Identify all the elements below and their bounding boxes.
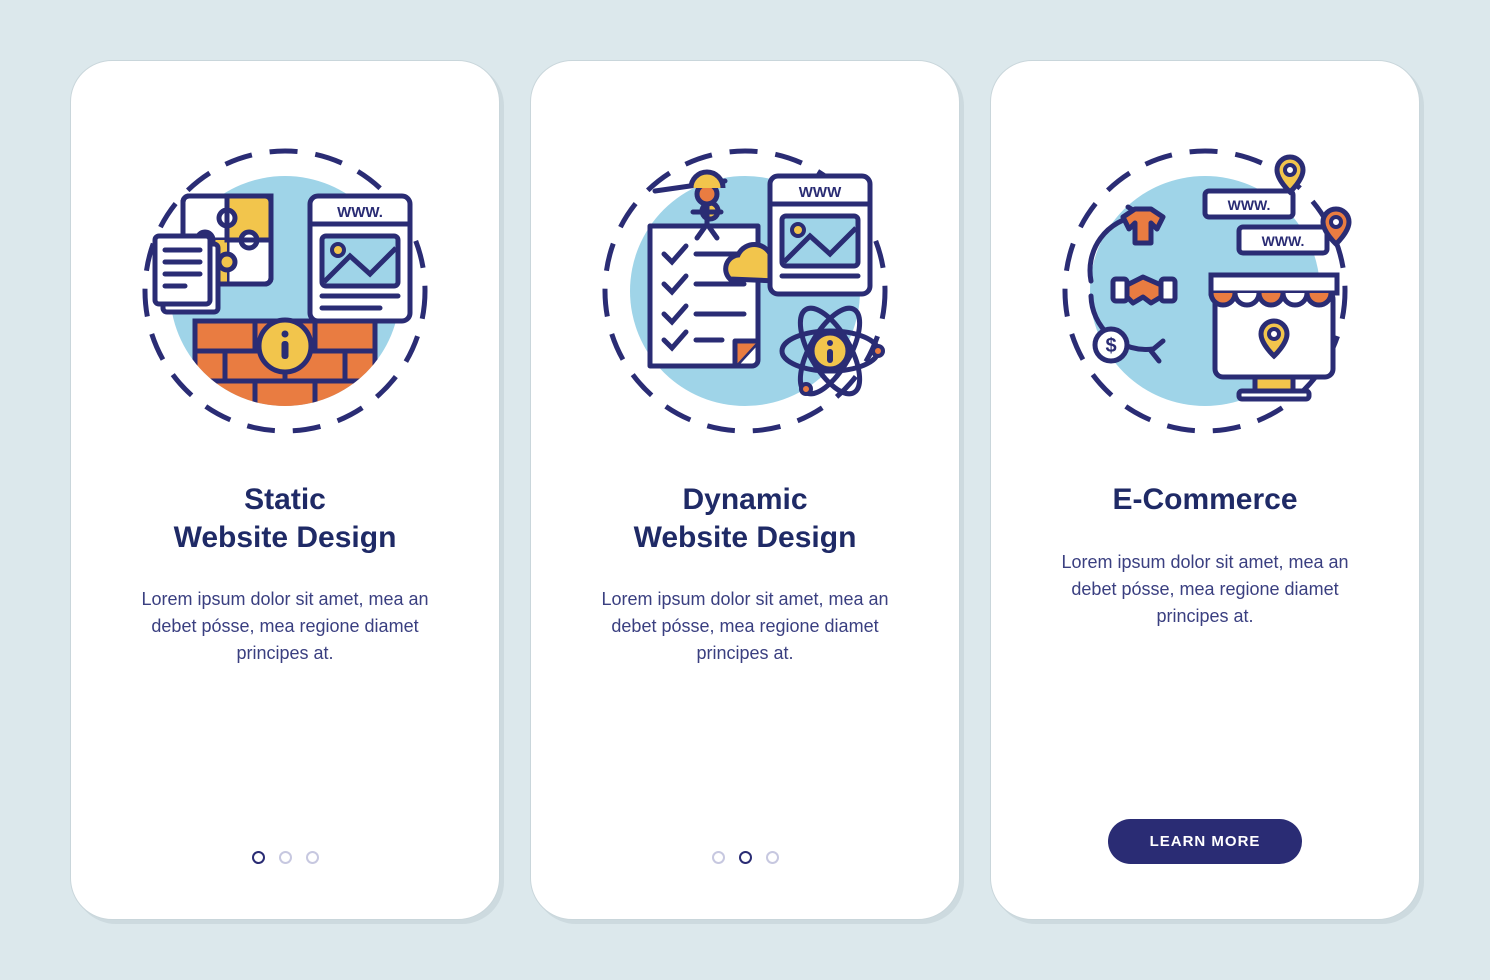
www-label: WWW. bbox=[1262, 233, 1305, 249]
cta-row: LEARN MORE bbox=[991, 819, 1419, 864]
www-label: WWW. bbox=[337, 204, 383, 221]
slide-title: Dynamic Website Design bbox=[634, 481, 857, 556]
slide-body: Lorem ipsum dolor sit amet, mea an debet… bbox=[590, 586, 900, 667]
www-label: WWW bbox=[799, 184, 842, 201]
slide-body: Lorem ipsum dolor sit amet, mea an debet… bbox=[130, 586, 440, 667]
slide-body: Lorem ipsum dolor sit amet, mea an debet… bbox=[1050, 549, 1360, 630]
dynamic-design-icon: WWW bbox=[595, 141, 895, 441]
onboarding-slide-1: WWW. Static Website Design Lorem ipsum d… bbox=[70, 60, 500, 920]
learn-more-button[interactable]: LEARN MORE bbox=[1108, 819, 1303, 864]
page-dot-1[interactable] bbox=[712, 851, 725, 864]
slide-title: E-Commerce bbox=[1112, 481, 1297, 519]
pagination bbox=[71, 851, 499, 864]
page-dot-3[interactable] bbox=[306, 851, 319, 864]
static-design-icon: WWW. bbox=[135, 141, 435, 441]
onboarding-slide-2: WWW Dynamic Website Design Lorem ipsum d… bbox=[530, 60, 960, 920]
page-dot-3[interactable] bbox=[766, 851, 779, 864]
ecommerce-icon: $ WW bbox=[1055, 141, 1355, 441]
page-dot-2[interactable] bbox=[739, 851, 752, 864]
pagination bbox=[531, 851, 959, 864]
onboarding-slide-3: $ WW bbox=[990, 60, 1420, 920]
www-label: WWW. bbox=[1228, 197, 1271, 213]
page-dot-1[interactable] bbox=[252, 851, 265, 864]
svg-text:$: $ bbox=[1105, 335, 1116, 357]
page-dot-2[interactable] bbox=[279, 851, 292, 864]
slide-title: Static Website Design bbox=[174, 481, 397, 556]
